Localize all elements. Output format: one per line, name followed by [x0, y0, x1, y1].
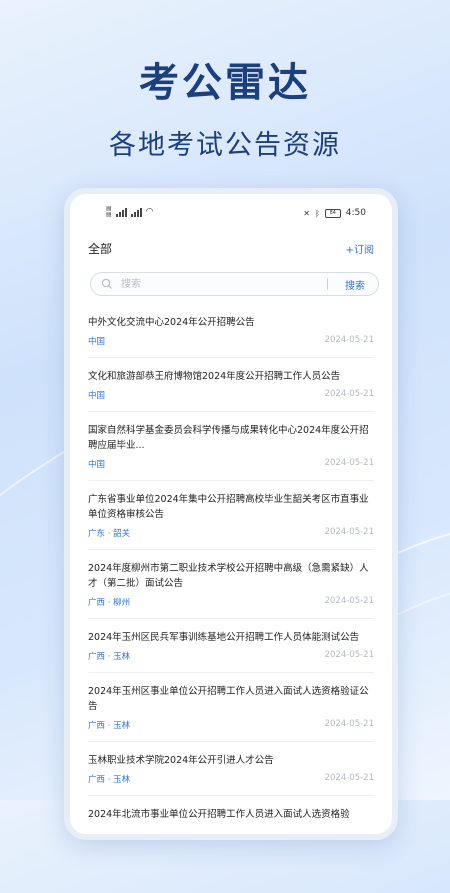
announcement-meta: 中国 2024-05-21	[88, 335, 374, 349]
search-bar: 搜索	[90, 272, 379, 296]
announcement-date: 2024-05-21	[324, 389, 374, 399]
list-item[interactable]: 2024年玉州区事业单位公开招聘工作人员进入面试人选资格验证公告广西 · 玉林 2…	[88, 673, 374, 742]
phone-frame: ▤▤ ◠ ✕ ᛒ 84 4:50 全部 +订阅 搜索 中外文化交流中心2024年…	[64, 188, 398, 840]
signal-icon	[130, 207, 142, 217]
announcement-title: 玉林职业技术学院2024年公开引进人才公告	[88, 755, 274, 766]
list-item[interactable]: 中外文化交流中心2024年公开招聘公告 中国 2024-05-21	[88, 304, 374, 358]
page-title: 全部	[88, 242, 113, 256]
announcement-meta: 广西 · 玉林 2024-05-21	[88, 650, 374, 664]
announcement-title: 国家自然科学基金委员会科学传播与成果转化中心2024年度公开招聘应届毕业...	[88, 425, 369, 451]
announcement-date: 2024-05-21	[324, 719, 374, 729]
search-input[interactable]	[119, 276, 303, 293]
announcement-date: 2024-05-21	[324, 596, 374, 606]
announcement-date: 2024-05-21	[324, 458, 374, 468]
page-header: 全部 +订阅	[88, 230, 374, 268]
sim-icon: ▤ ▤	[106, 205, 112, 218]
list-item[interactable]: 2024年玉州区民兵军事训练基地公开招聘工作人员体能测试公告 广西 · 玉林 202…	[88, 619, 374, 673]
list-item[interactable]: 国家自然科学基金委员会科学传播与成果转化中心2024年度公开招聘应届毕业... 中…	[88, 412, 374, 481]
announcement-date: 2024-05-21	[324, 773, 374, 783]
announcement-title: 2024年度柳州市第二职业技术学校公开招聘中高级（急需紧缺）人才（第二批）面试公…	[88, 563, 369, 589]
announcement-date: 2024-05-21	[324, 650, 374, 660]
status-left-icons: ▤ ▤ ◠	[106, 206, 154, 218]
announcement-meta: 广西 · 玉林 2024-05-21	[88, 719, 374, 733]
battery-icon: 84	[324, 208, 341, 218]
announcement-title: 2024年北流市事业单位公开招聘工作人员进入面试人选资格验	[88, 809, 350, 820]
list-item[interactable]: 广东省事业单位2024年集中公开招聘高校毕业生韶关考区市直事业单位资格审核公告广…	[88, 481, 374, 550]
announcement-date: 2024-05-21	[324, 527, 374, 537]
region-tag: 广西 · 玉林	[88, 775, 131, 785]
region-tag: 广西 · 玉林	[88, 721, 131, 731]
status-right-icons: ✕ ᛒ 84 4:50	[303, 208, 366, 218]
announcement-title: 中外文化交流中心2024年公开招聘公告	[88, 317, 255, 328]
announcement-meta	[88, 827, 374, 834]
signal-icon	[115, 207, 127, 217]
region-tag: 广西 · 柳州	[88, 598, 131, 608]
announcement-meta: 中国 2024-05-21	[88, 458, 374, 472]
region-tag: 中国	[88, 391, 106, 401]
region-tag: 广东 · 韶关	[88, 529, 131, 539]
hero-title: 考公雷达	[139, 60, 311, 106]
status-bar: ▤ ▤ ◠ ✕ ᛒ 84 4:50	[70, 194, 392, 230]
announcement-title: 广东省事业单位2024年集中公开招聘高校毕业生韶关考区市直事业单位资格审核公告	[88, 494, 369, 520]
announcement-title: 2024年玉州区事业单位公开招聘工作人员进入面试人选资格验证公告	[88, 686, 369, 712]
list-item[interactable]: 2024年度柳州市第二职业技术学校公开招聘中高级（急需紧缺）人才（第二批）面试公…	[88, 550, 374, 619]
search-button[interactable]: 搜索	[345, 277, 365, 292]
bluetooth-icon: ᛒ	[314, 208, 320, 218]
region-tag: 中国	[88, 460, 106, 470]
hero-subtitle: 各地考试公告资源	[109, 130, 341, 161]
announcement-title: 文化和旅游部恭王府博物馆2024年度公开招聘工作人员公告	[88, 371, 341, 382]
subscribe-button[interactable]: +订阅	[346, 241, 374, 256]
announcement-list: 中外文化交流中心2024年公开招聘公告 中国 2024-05-21 文化和旅游部恭王府…	[88, 304, 374, 834]
region-tag: 中国	[88, 337, 106, 347]
list-item[interactable]: 玉林职业技术学院2024年公开引进人才公告 广西 · 玉林 2024-05-21	[88, 742, 374, 796]
announcement-meta: 广东 · 韶关 2024-05-21	[88, 527, 374, 541]
list-item[interactable]: 文化和旅游部恭王府博物馆2024年度公开招聘工作人员公告 中国 2024-05-21	[88, 358, 374, 412]
wifi-icon: ◠	[145, 207, 154, 217]
announcement-meta: 广西 · 柳州 2024-05-21	[88, 596, 374, 610]
status-time: 4:50	[345, 208, 366, 218]
list-item[interactable]: 2024年北流市事业单位公开招聘工作人员进入面试人选资格验	[88, 796, 374, 834]
mute-icon: ✕	[303, 208, 310, 218]
announcement-title: 2024年玉州区民兵军事训练基地公开招聘工作人员体能测试公告	[88, 632, 360, 643]
search-divider	[327, 278, 328, 290]
search-icon	[101, 278, 112, 289]
announcement-meta: 广西 · 玉林 2024-05-21	[88, 773, 374, 787]
announcement-meta: 中国 2024-05-21	[88, 389, 374, 403]
region-tag: 广西 · 玉林	[88, 652, 131, 662]
announcement-date: 2024-05-21	[324, 335, 374, 345]
